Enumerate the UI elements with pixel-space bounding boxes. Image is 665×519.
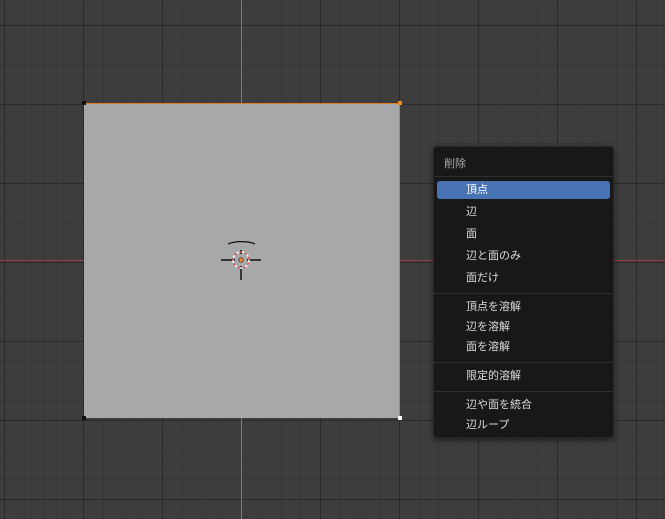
menu-item-dissolve-vertices[interactable]: 頂点を溶解 (437, 298, 610, 316)
menu-separator (434, 176, 613, 177)
menu-item-edges-faces-only[interactable]: 辺と面のみ (437, 247, 610, 265)
menu-item-delete-edges[interactable]: 辺 (437, 203, 610, 221)
menu-item-delete-vertices[interactable]: 頂点 (437, 181, 610, 199)
menu-item-limited-dissolve[interactable]: 限定的溶解 (437, 367, 610, 385)
menu-item-collapse-edges-faces[interactable]: 辺や面を統合 (437, 396, 610, 414)
menu-separator (434, 391, 613, 392)
menu-item-edge-loops[interactable]: 辺ループ (437, 416, 610, 434)
menu-item-delete-faces[interactable]: 面 (437, 225, 610, 243)
vertex-top-right[interactable] (398, 101, 402, 105)
menu-separator (434, 293, 613, 294)
vertex-bottom-left[interactable] (82, 416, 86, 420)
menu-separator (434, 362, 613, 363)
delete-context-menu: 削除 頂点 辺 面 辺と面のみ 面だけ 頂点を溶解 辺を溶解 面を溶解 限定的溶… (433, 146, 614, 438)
menu-item-dissolve-edges[interactable]: 辺を溶解 (437, 318, 610, 336)
vertex-top-left[interactable] (82, 101, 86, 105)
menu-item-dissolve-faces[interactable]: 面を溶解 (437, 338, 610, 356)
menu-item-faces-only[interactable]: 面だけ (437, 269, 610, 287)
vertex-bottom-right[interactable] (398, 416, 402, 420)
3d-cursor-icon[interactable] (221, 240, 261, 280)
menu-title: 削除 (444, 157, 466, 170)
